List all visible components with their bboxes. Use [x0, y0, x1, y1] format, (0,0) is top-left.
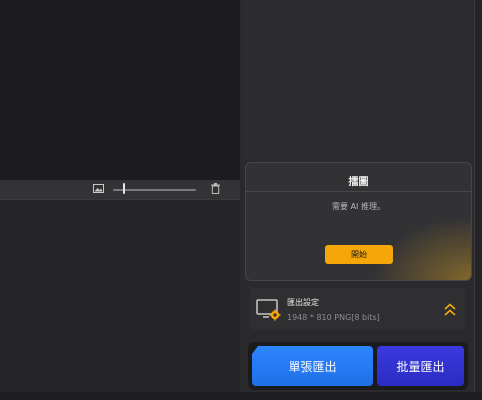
export-single-button[interactable]: 單張匯出: [252, 346, 373, 386]
export-settings-title: 匯出設定: [287, 298, 319, 307]
display-gear-icon: [256, 299, 281, 321]
image-preview-area: [0, 0, 240, 180]
start-button[interactable]: 開始: [325, 245, 393, 264]
lower-panel: [0, 200, 240, 392]
ai-card-note: 需要 AI 推理。: [332, 202, 385, 211]
zoom-slider-thumb[interactable]: [122, 183, 125, 194]
chevrons-up-icon[interactable]: [444, 303, 456, 317]
export-batch-button[interactable]: 批量匯出: [377, 346, 464, 386]
export-settings-detail: 1948 * 810 PNG[8 bits]: [287, 313, 380, 322]
right-panel-top: [242, 0, 475, 160]
window-edge: [474, 0, 482, 400]
zoom-slider-track[interactable]: [113, 189, 196, 191]
trash-icon[interactable]: [211, 183, 220, 194]
export-settings-row[interactable]: 匯出設定 1948 * 810 PNG[8 bits]: [250, 288, 466, 330]
ai-card-title: 擂圖: [348, 177, 369, 188]
image-icon[interactable]: [93, 184, 104, 193]
divider: [246, 191, 471, 192]
ai-matting-card: 擂圖 需要 AI 推理。 開始: [245, 162, 472, 281]
preview-toolbar: [0, 180, 240, 200]
bottom-edge: [0, 392, 482, 400]
